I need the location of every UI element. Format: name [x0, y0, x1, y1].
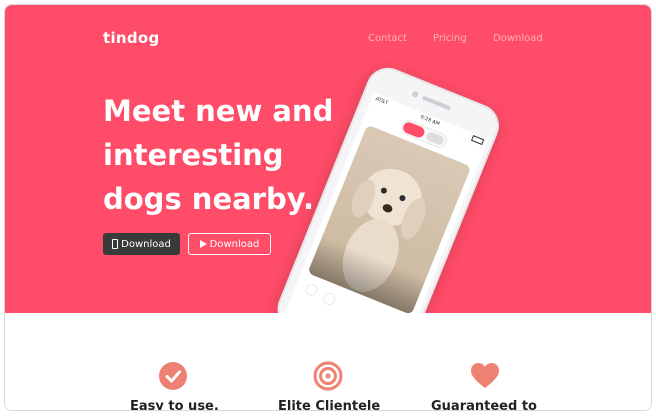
- flame-toggle-icon: [401, 120, 427, 140]
- headline-line-2: interesting: [103, 138, 284, 172]
- rewind-icon: [303, 281, 320, 298]
- download-play-label: Download: [209, 238, 260, 250]
- features-section: Easy to use. Elite Clientele Guaranteed …: [5, 313, 651, 410]
- target-icon: [313, 361, 343, 391]
- dislike-icon: [321, 291, 338, 307]
- download-apple-button[interactable]: Download: [103, 233, 180, 255]
- phone-speaker-icon: [421, 95, 452, 111]
- feature-title-easy: Easy to use.: [130, 399, 219, 411]
- feature-title-elite: Elite Clientele: [278, 399, 381, 411]
- nav-link-pricing[interactable]: Pricing: [433, 33, 467, 44]
- phone-carrier: AT&T: [374, 96, 389, 107]
- headline-line-1: Meet new and: [103, 94, 334, 128]
- apple-icon: [112, 239, 119, 249]
- download-play-button[interactable]: Download: [188, 233, 271, 255]
- chat-toggle-icon: [425, 130, 446, 147]
- heart-icon: [471, 363, 499, 388]
- play-store-icon: [199, 240, 207, 248]
- phone-camera-icon: [411, 90, 420, 99]
- browser-frame: tindog Contact Pricing Download Meet new…: [4, 4, 652, 411]
- hero-section: tindog Contact Pricing Download Meet new…: [5, 5, 651, 313]
- feature-title-guaranteed: Guaranteed to: [431, 399, 537, 411]
- brand-logo[interactable]: tindog: [103, 29, 160, 47]
- headline-line-3: dogs nearby.: [103, 182, 315, 216]
- download-apple-label: Download: [121, 238, 171, 250]
- nav-link-contact[interactable]: Contact: [368, 33, 407, 44]
- hero-headline: Meet new and interesting dogs nearby.: [103, 89, 343, 221]
- nav-link-download[interactable]: Download: [493, 33, 543, 44]
- battery-icon: [470, 135, 485, 146]
- check-circle-icon: [159, 362, 187, 390]
